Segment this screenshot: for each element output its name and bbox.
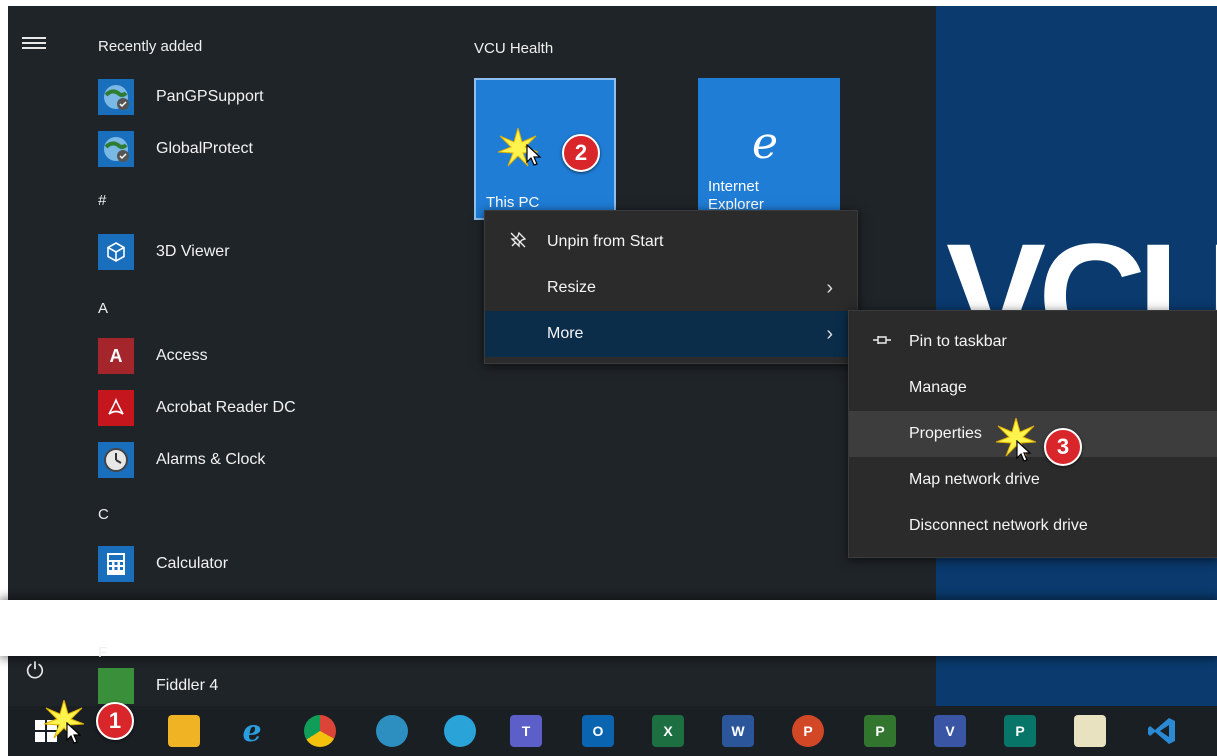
step-callout-3: 3 xyxy=(1044,428,1082,466)
file-explorer-icon[interactable] xyxy=(168,715,200,747)
unpin-icon xyxy=(507,231,529,254)
edge-dev-icon[interactable] xyxy=(376,715,408,747)
app-list-item-acrobat-reader[interactable]: Acrobat Reader DC xyxy=(98,386,296,430)
app-list-item-calculator[interactable]: Calculator xyxy=(98,542,228,586)
app-list-item-fiddler[interactable]: Fiddler 4 xyxy=(98,666,218,706)
section-letter-a[interactable]: A xyxy=(98,300,108,317)
section-letter-f[interactable]: F xyxy=(98,644,107,661)
map-network-drive-menu-item[interactable]: Map network drive xyxy=(849,457,1217,503)
notepad-plus-icon[interactable] xyxy=(1074,715,1106,747)
step-callout-2: 2 xyxy=(562,134,600,172)
pin-to-taskbar-menu-item[interactable]: Pin to taskbar xyxy=(849,319,1217,365)
more-menu-item[interactable]: More › xyxy=(485,311,857,357)
powerpoint-icon[interactable]: P xyxy=(792,715,824,747)
app-list-item-3d-viewer[interactable]: 3D Viewer xyxy=(98,230,230,274)
unpin-from-start-menu-item[interactable]: Unpin from Start xyxy=(485,219,857,265)
tile-group-title: VCU Health xyxy=(474,40,554,57)
section-letter-c[interactable]: C xyxy=(98,506,109,523)
chrome-icon[interactable] xyxy=(304,715,336,747)
mouse-cursor-icon xyxy=(66,722,82,744)
visio-icon[interactable]: V xyxy=(934,715,966,747)
recently-added-heading: Recently added xyxy=(98,38,203,55)
internet-explorer-icon: e xyxy=(752,118,779,169)
pin-icon xyxy=(871,333,893,352)
tile-label: Internet Explorer xyxy=(708,178,764,213)
hamburger-menu-icon[interactable] xyxy=(22,34,46,54)
acrobat-reader-icon xyxy=(98,390,134,426)
fiddler-icon xyxy=(98,668,134,704)
teams-icon[interactable]: T xyxy=(510,715,542,747)
alarm-clock-icon xyxy=(98,442,134,478)
taskbar: e T O X W P P V P xyxy=(8,706,1217,756)
internet-explorer-icon[interactable]: e xyxy=(236,714,268,749)
chevron-right-icon: › xyxy=(826,322,833,345)
resize-menu-item[interactable]: Resize › xyxy=(485,265,857,311)
step-callout-1: 1 xyxy=(96,702,134,740)
app-list-item-globalprotect[interactable]: GlobalProtect xyxy=(98,127,253,171)
vscode-icon[interactable] xyxy=(1146,715,1178,747)
app-list-item-pangpsupport[interactable]: PanGPSupport xyxy=(98,75,264,119)
publisher-icon[interactable]: P xyxy=(1004,715,1036,747)
project-icon[interactable]: P xyxy=(864,715,896,747)
screenshot-cut-band xyxy=(0,600,1217,656)
section-letter-hash[interactable]: # xyxy=(98,192,106,209)
tile-context-menu: Unpin from Start Resize › More › xyxy=(484,210,858,364)
excel-icon[interactable]: X xyxy=(652,715,684,747)
calculator-icon xyxy=(98,546,134,582)
edge-icon[interactable] xyxy=(444,715,476,747)
globalprotect-globe-icon xyxy=(98,131,134,167)
outlook-icon[interactable]: O xyxy=(582,715,614,747)
chevron-right-icon: › xyxy=(826,276,833,299)
desktop: VCU ⏻ Recently added PanGPSupport Global… xyxy=(0,0,1217,756)
mouse-cursor-icon xyxy=(1016,440,1032,462)
tile-internet-explorer[interactable]: e Internet Explorer xyxy=(698,78,840,220)
app-list-item-access[interactable]: A Access xyxy=(98,334,208,378)
mouse-cursor-icon xyxy=(526,144,542,166)
3d-viewer-cube-icon xyxy=(98,234,134,270)
access-icon: A xyxy=(98,338,134,374)
app-list-item-alarms-clock[interactable]: Alarms & Clock xyxy=(98,438,265,482)
disconnect-network-drive-menu-item[interactable]: Disconnect network drive xyxy=(849,503,1217,549)
globalprotect-globe-icon xyxy=(98,79,134,115)
power-icon[interactable]: ⏻ xyxy=(22,658,48,684)
word-icon[interactable]: W xyxy=(722,715,754,747)
manage-menu-item[interactable]: Manage xyxy=(849,365,1217,411)
